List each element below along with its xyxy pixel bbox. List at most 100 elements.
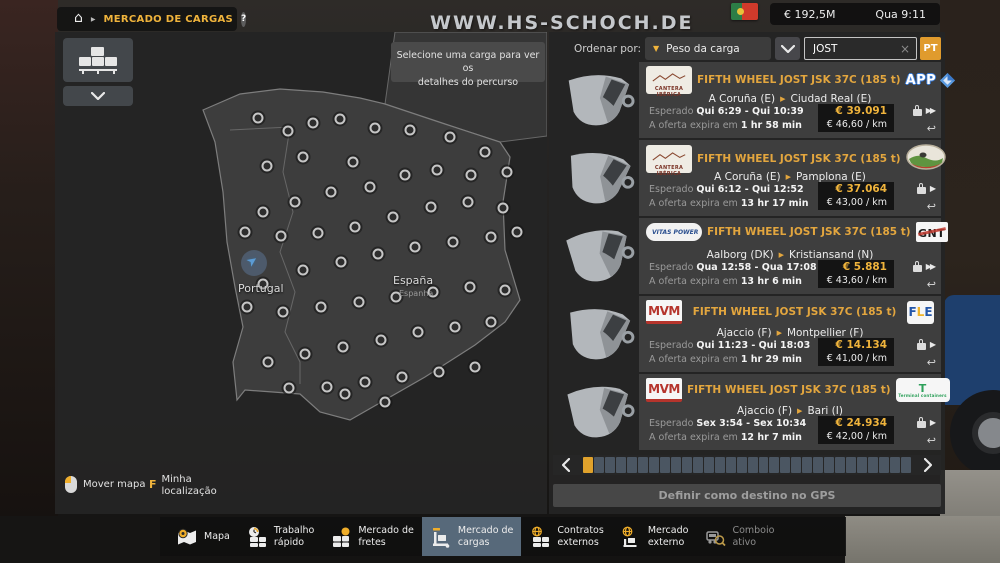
city-dot[interactable] — [405, 125, 416, 136]
page-segment[interactable] — [890, 457, 900, 473]
city-dot[interactable] — [370, 123, 381, 134]
city-dot[interactable] — [300, 349, 311, 360]
page-segment[interactable] — [868, 457, 878, 473]
language-button[interactable]: PT — [920, 37, 941, 60]
city-dot[interactable] — [498, 203, 509, 214]
city-dot[interactable] — [290, 197, 301, 208]
page-segment[interactable] — [693, 457, 703, 473]
page-segment[interactable] — [824, 457, 834, 473]
city-dot[interactable] — [360, 377, 371, 388]
home-icon[interactable]: ⌂ — [74, 11, 83, 25]
city-dot[interactable] — [480, 147, 491, 158]
page-right-button[interactable] — [915, 455, 941, 475]
city-dot[interactable] — [276, 231, 287, 242]
city-dot[interactable] — [465, 282, 476, 293]
search-box[interactable]: × — [804, 37, 917, 60]
city-dot[interactable] — [376, 335, 387, 346]
page-segment[interactable] — [605, 457, 615, 473]
city-dot[interactable] — [463, 197, 474, 208]
city-dot[interactable] — [470, 362, 481, 373]
page-segment[interactable] — [748, 457, 758, 473]
sort-dropdown[interactable]: ▼ Peso da carga — [645, 37, 771, 60]
city-dot[interactable] — [253, 113, 264, 124]
city-dot[interactable] — [373, 249, 384, 260]
page-segment[interactable] — [901, 457, 911, 473]
city-dot[interactable] — [426, 202, 437, 213]
cargo-offer-row[interactable]: VITAS POWER FIFTH WHEEL JOST JSK 37C (18… — [553, 218, 941, 294]
city-dot[interactable] — [397, 372, 408, 383]
page-segment[interactable] — [813, 457, 823, 473]
city-dot[interactable] — [448, 237, 459, 248]
city-dot[interactable] — [486, 317, 497, 328]
city-dot[interactable] — [308, 118, 319, 129]
city-dot[interactable] — [298, 152, 309, 163]
nav-mercado-de-fretes[interactable]: Mercado defretes — [322, 517, 422, 556]
page-segment[interactable] — [682, 457, 692, 473]
page-segment[interactable] — [791, 457, 801, 473]
city-dot[interactable] — [278, 307, 289, 318]
nav-contratos-externos[interactable]: Contratosexternos — [521, 517, 611, 556]
city-dot[interactable] — [284, 383, 295, 394]
city-dot[interactable] — [466, 170, 477, 181]
collapse-button[interactable] — [63, 86, 133, 106]
nav-mercado-de-cargas[interactable]: Mercado decargas — [422, 517, 522, 556]
city-dot[interactable] — [450, 322, 461, 333]
city-dot[interactable] — [240, 227, 251, 238]
page-segment[interactable] — [638, 457, 648, 473]
page-segment[interactable] — [726, 457, 736, 473]
city-dot[interactable] — [400, 170, 411, 181]
page-segment[interactable] — [704, 457, 714, 473]
page-segment[interactable] — [594, 457, 604, 473]
city-dot[interactable] — [410, 242, 421, 253]
page-segment[interactable] — [671, 457, 681, 473]
page-segment[interactable] — [759, 457, 769, 473]
page-segment[interactable] — [879, 457, 889, 473]
page-segment[interactable] — [846, 457, 856, 473]
cargo-offer-row[interactable]: MVM FIFTH WHEEL JOST JSK 37C (185 t) FLE… — [553, 296, 941, 372]
city-dot[interactable] — [316, 302, 327, 313]
page-segment[interactable] — [780, 457, 790, 473]
cargo-list-toggle-button[interactable] — [63, 38, 133, 82]
sort-expand-button[interactable] — [775, 37, 800, 60]
city-dot[interactable] — [338, 342, 349, 353]
nav-trabalho-rapido[interactable]: Trabalhorápido — [238, 517, 322, 556]
city-dot[interactable] — [354, 297, 365, 308]
city-dot[interactable] — [413, 327, 424, 338]
city-dot[interactable] — [380, 397, 391, 408]
city-dot[interactable] — [434, 367, 445, 378]
help-icon[interactable]: ? — [241, 12, 246, 27]
page-segment[interactable] — [649, 457, 659, 473]
page-left-button[interactable] — [553, 455, 579, 475]
city-dot[interactable] — [262, 161, 273, 172]
city-dot[interactable] — [445, 132, 456, 143]
nav-mercado-externo[interactable]: Mercadoexterno — [612, 517, 697, 556]
page-segment[interactable] — [857, 457, 867, 473]
city-dot[interactable] — [336, 257, 347, 268]
set-gps-destination-button[interactable]: Definir como destino no GPS — [553, 484, 941, 507]
page-segment[interactable] — [715, 457, 725, 473]
page-segment[interactable] — [737, 457, 747, 473]
city-dot[interactable] — [388, 212, 399, 223]
city-dot[interactable] — [502, 167, 513, 178]
city-dot[interactable] — [322, 382, 333, 393]
city-dot[interactable] — [242, 302, 253, 313]
city-dot[interactable] — [350, 222, 361, 233]
cargo-offer-row[interactable]: MVM FIFTH WHEEL JOST JSK 37C (185 t) T T… — [553, 374, 941, 450]
city-dot[interactable] — [340, 389, 351, 400]
cargo-offer-row[interactable]: CANTERA IBÉRICA FIFTH WHEEL JOST JSK 37C… — [553, 62, 941, 138]
page-segment[interactable] — [835, 457, 845, 473]
city-dot[interactable] — [512, 227, 523, 238]
city-dot[interactable] — [298, 265, 309, 276]
search-input[interactable] — [811, 42, 900, 56]
city-dot[interactable] — [348, 157, 359, 168]
cargo-offer-row[interactable]: CANTERA IBÉRICA FIFTH WHEEL JOST JSK 37C… — [553, 140, 941, 216]
city-dot[interactable] — [432, 165, 443, 176]
city-dot[interactable] — [258, 207, 269, 218]
page-segment[interactable] — [802, 457, 812, 473]
city-dot[interactable] — [313, 228, 324, 239]
city-dot[interactable] — [486, 232, 497, 243]
page-segment[interactable] — [627, 457, 637, 473]
page-segment[interactable] — [769, 457, 779, 473]
nav-mapa[interactable]: Mapa — [168, 517, 238, 556]
city-dot[interactable] — [263, 357, 274, 368]
